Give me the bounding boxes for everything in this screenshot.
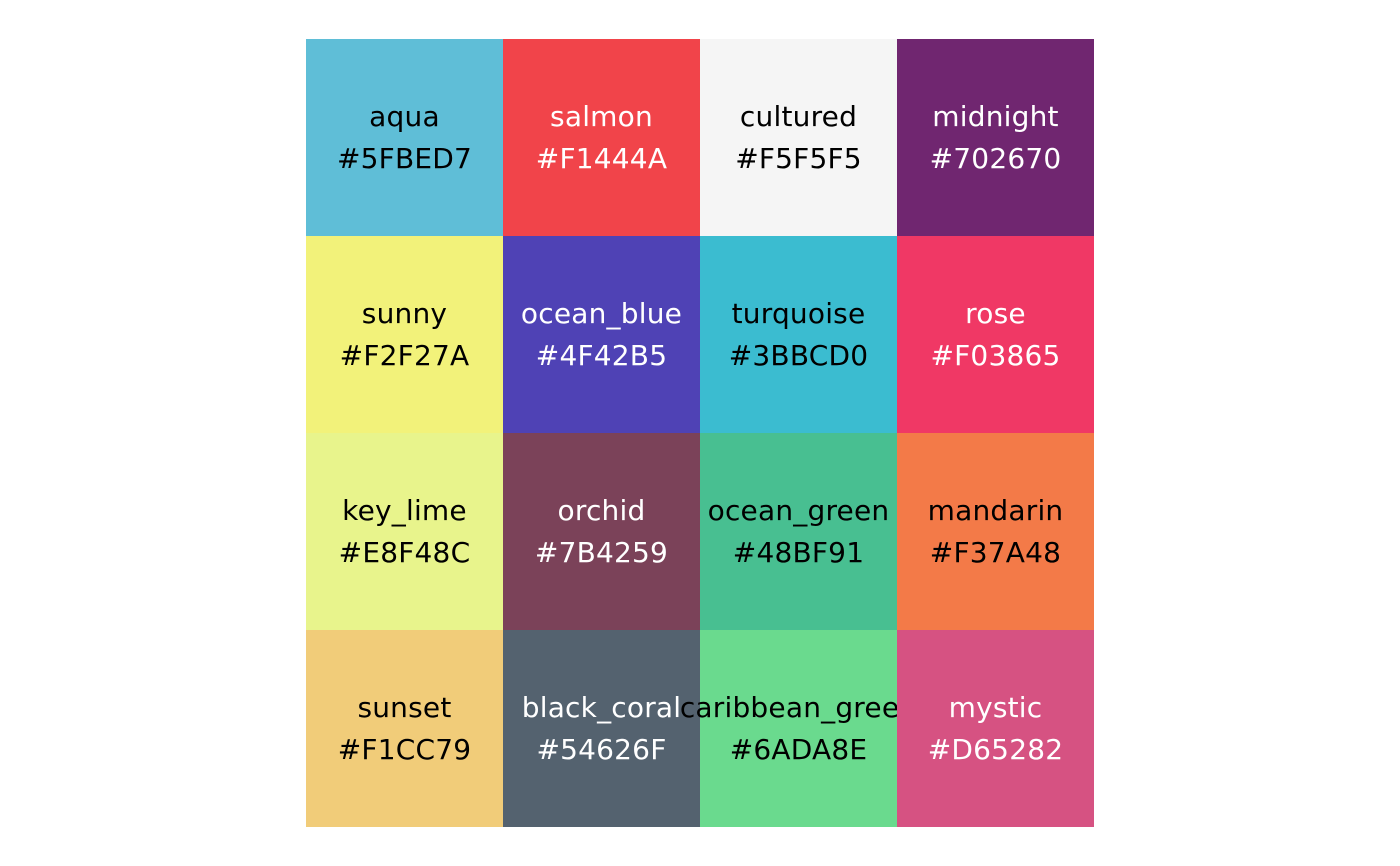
swatch-hex: #F1444A bbox=[535, 141, 668, 175]
color-swatch-mandarin: mandarin #F37A48 bbox=[897, 433, 1094, 630]
swatch-name: cultured bbox=[739, 99, 858, 133]
swatch-hex: #5FBED7 bbox=[336, 141, 473, 175]
swatch-name: rose bbox=[965, 296, 1026, 330]
swatch-hex: #D65282 bbox=[927, 732, 1064, 766]
color-swatch-mystic: mystic #D65282 bbox=[897, 630, 1094, 827]
swatch-hex: #F5F5F5 bbox=[735, 141, 862, 175]
color-swatch-black-coral: black_coral #54626F bbox=[503, 630, 700, 827]
color-swatch-sunny: sunny #F2F27A bbox=[306, 236, 503, 433]
swatch-hex: #4F42B5 bbox=[535, 338, 668, 372]
swatch-name: key_lime bbox=[342, 493, 467, 527]
swatch-hex: #F2F27A bbox=[339, 338, 470, 372]
swatch-hex: #6ADA8E bbox=[729, 732, 868, 766]
color-swatch-midnight: midnight #702670 bbox=[897, 39, 1094, 236]
swatch-name: turquoise bbox=[731, 296, 866, 330]
swatch-hex: #48BF91 bbox=[732, 535, 865, 569]
swatch-hex: #E8F48C bbox=[338, 535, 471, 569]
color-swatch-ocean-green: ocean_green #48BF91 bbox=[700, 433, 897, 630]
swatch-hex: #F1CC79 bbox=[337, 732, 472, 766]
swatch-name: ocean_blue bbox=[520, 296, 683, 330]
color-swatch-salmon: salmon #F1444A bbox=[503, 39, 700, 236]
swatch-name: mandarin bbox=[927, 493, 1064, 527]
swatch-name: salmon bbox=[550, 99, 653, 133]
color-swatch-orchid: orchid #7B4259 bbox=[503, 433, 700, 630]
swatch-name: mystic bbox=[948, 690, 1043, 724]
swatch-name: sunny bbox=[361, 296, 448, 330]
swatch-name: ocean_green bbox=[707, 493, 890, 527]
swatch-name: caribbean_green bbox=[679, 690, 918, 724]
color-swatch-sunset: sunset #F1CC79 bbox=[306, 630, 503, 827]
color-swatch-aqua: aqua #5FBED7 bbox=[306, 39, 503, 236]
color-swatch-cultured: cultured #F5F5F5 bbox=[700, 39, 897, 236]
swatch-name: orchid bbox=[557, 493, 646, 527]
color-swatch-caribbean-green: caribbean_green #6ADA8E bbox=[680, 630, 917, 827]
color-swatch-turquoise: turquoise #3BBCD0 bbox=[700, 236, 897, 433]
color-swatch-rose: rose #F03865 bbox=[897, 236, 1094, 433]
swatch-hex: #3BBCD0 bbox=[728, 338, 869, 372]
swatch-hex: #F03865 bbox=[930, 338, 1061, 372]
color-palette-grid: aqua #5FBED7 salmon #F1444A cultured #F5… bbox=[306, 39, 1094, 827]
swatch-name: black_coral bbox=[521, 690, 682, 724]
swatch-hex: #702670 bbox=[929, 141, 1062, 175]
color-swatch-key-lime: key_lime #E8F48C bbox=[306, 433, 503, 630]
swatch-name: aqua bbox=[369, 99, 440, 133]
swatch-name: sunset bbox=[357, 690, 452, 724]
swatch-hex: #7B4259 bbox=[534, 535, 669, 569]
color-swatch-ocean-blue: ocean_blue #4F42B5 bbox=[503, 236, 700, 433]
swatch-hex: #F37A48 bbox=[929, 535, 1062, 569]
swatch-name: midnight bbox=[932, 99, 1059, 133]
swatch-hex: #54626F bbox=[536, 732, 667, 766]
